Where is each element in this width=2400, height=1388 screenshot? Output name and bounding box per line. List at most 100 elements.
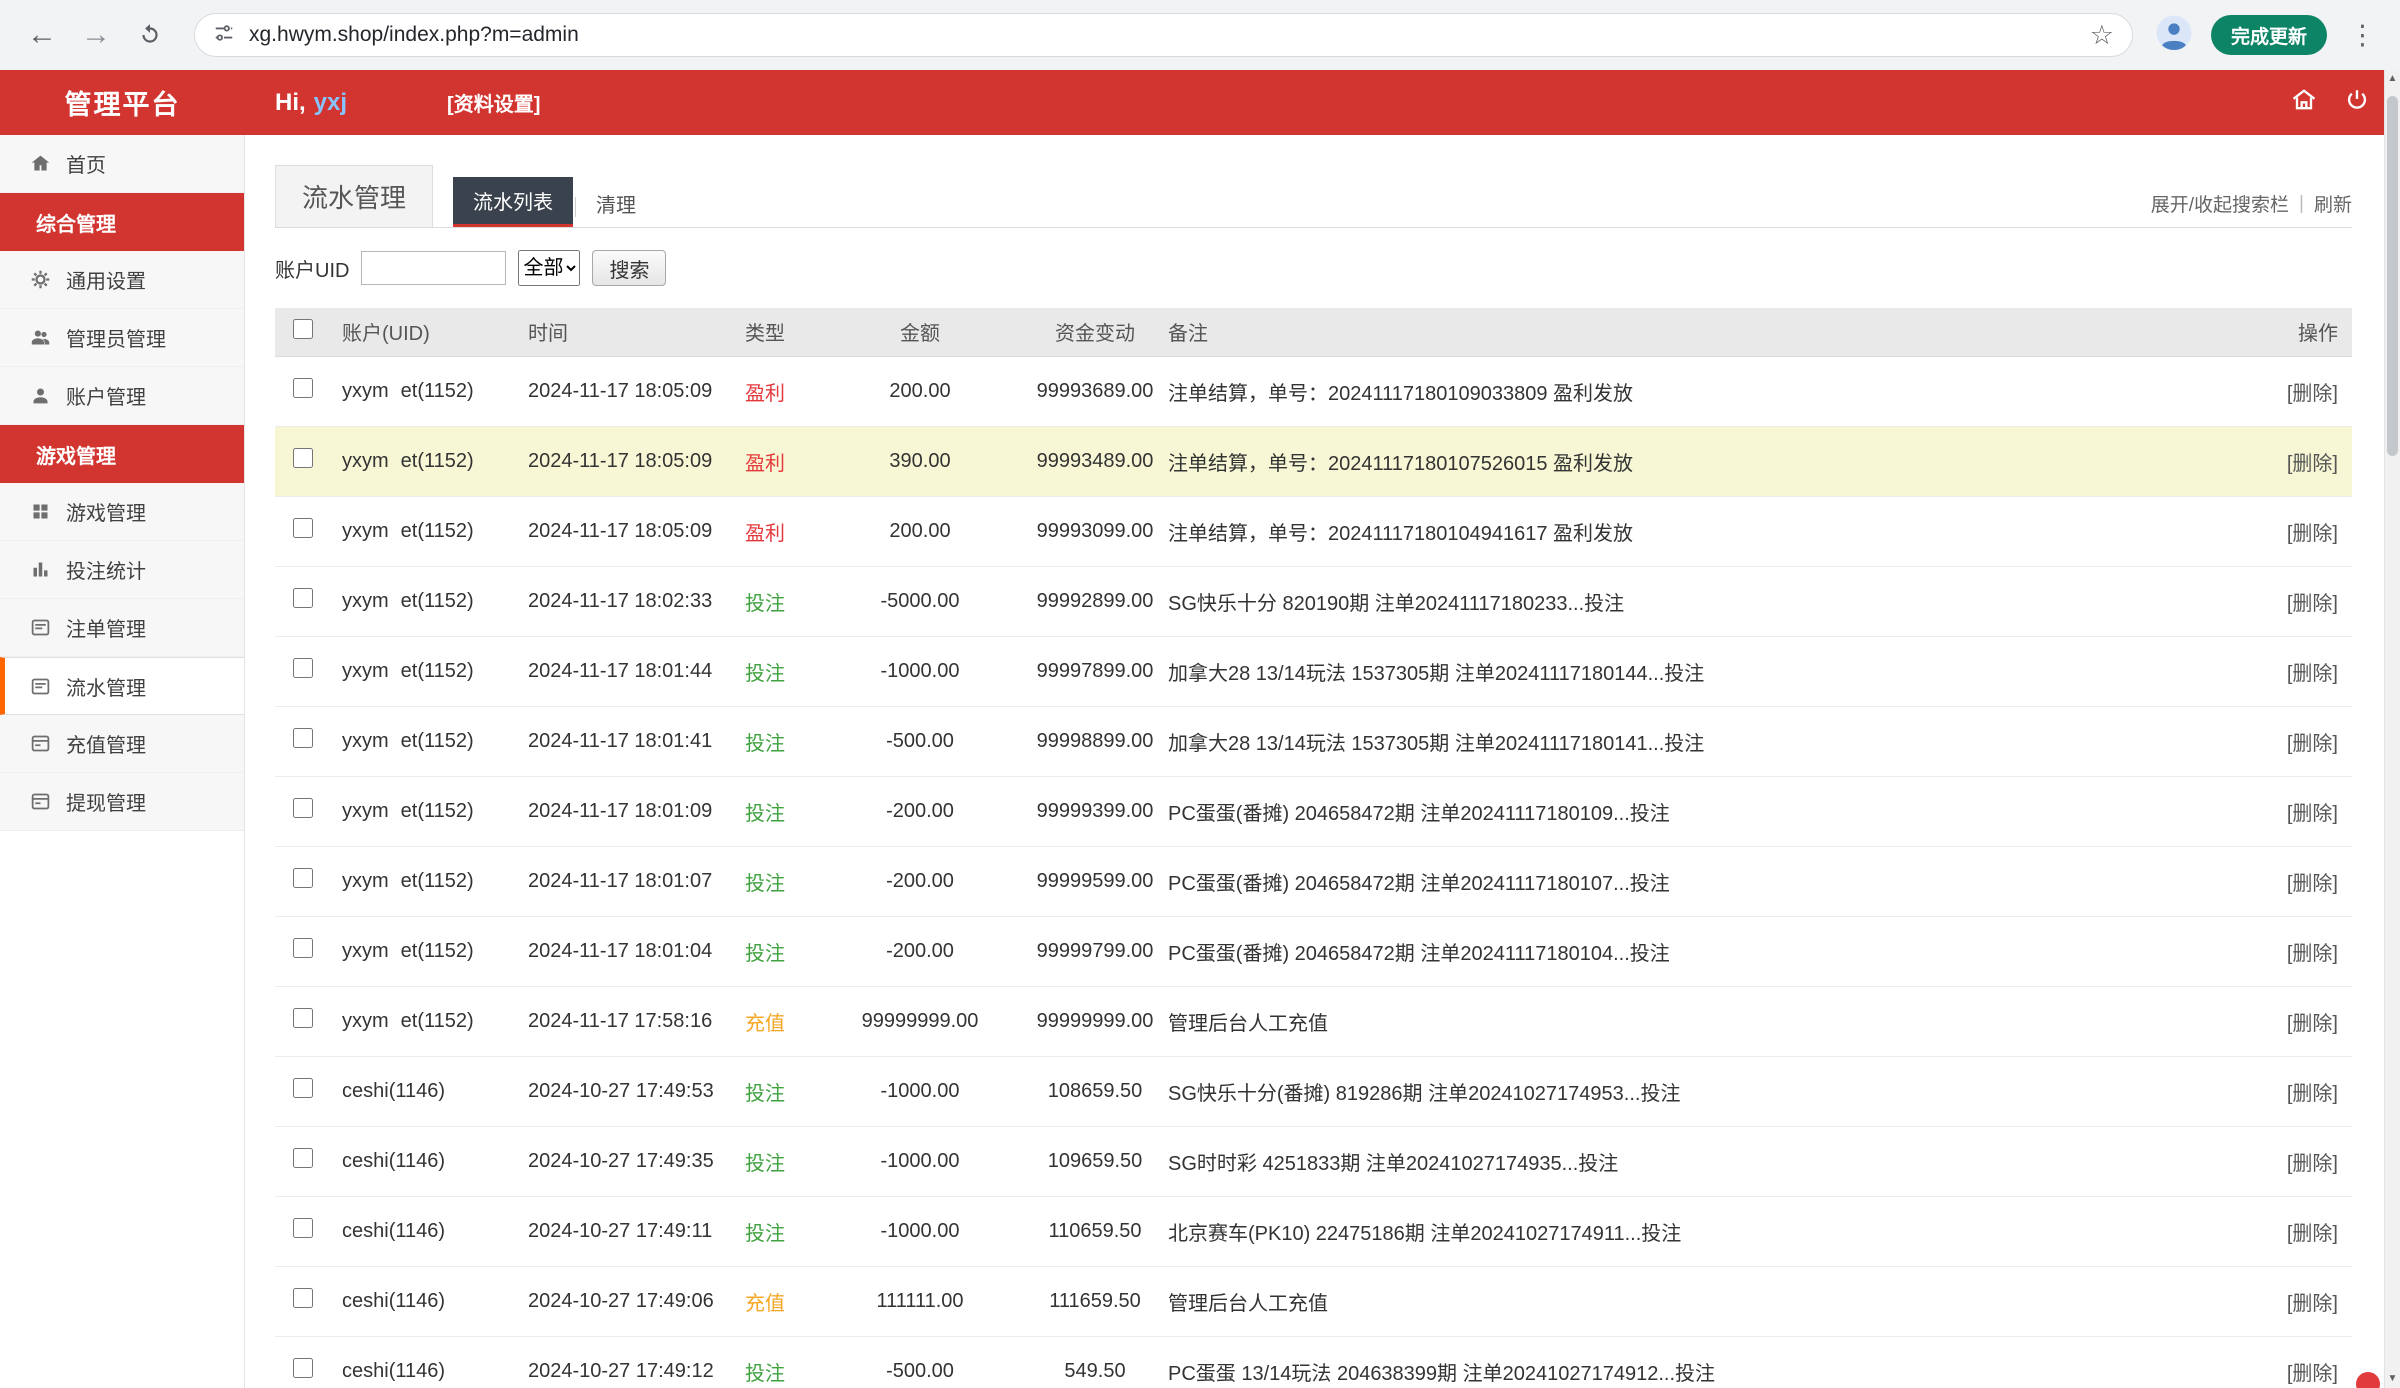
row-checkbox[interactable]: [292, 448, 313, 468]
delete-link[interactable]: [删除]: [2287, 383, 2338, 405]
sidebar-item-admin-management[interactable]: 管理员管理: [0, 309, 244, 367]
row-checkbox[interactable]: [292, 658, 313, 678]
account-type-filter[interactable]: 全部: [518, 250, 581, 286]
delete-link[interactable]: [删除]: [2287, 1363, 2338, 1385]
row-checkbox[interactable]: [292, 1288, 313, 1308]
brand-title: 管理平台: [64, 90, 181, 120]
type-label: 投注: [745, 1222, 785, 1245]
uid-input[interactable]: [361, 251, 507, 285]
page-scrollbar[interactable]: ▲ ▼: [2384, 70, 2400, 1388]
note-cell: 注单结算，单号：20241117180107526015 盈利发放: [1160, 426, 2240, 497]
sidebar-item-general-settings[interactable]: 通用设置: [0, 251, 244, 309]
col-note: 备注: [1160, 308, 2240, 357]
delete-link[interactable]: [删除]: [2287, 803, 2338, 825]
users-icon: [30, 327, 52, 349]
delete-link[interactable]: [删除]: [2287, 523, 2338, 545]
refresh-icon[interactable]: [128, 13, 172, 57]
delete-link[interactable]: [删除]: [2287, 943, 2338, 965]
sidebar-item-bet-stats[interactable]: 投注统计: [0, 541, 244, 599]
row-checkbox[interactable]: [292, 588, 313, 608]
account-cell: yxym et(1152): [330, 986, 520, 1057]
profile-avatar[interactable]: [2155, 14, 2193, 57]
delete-link[interactable]: [删除]: [2287, 1013, 2338, 1035]
toggle-search-link[interactable]: 展开/收起搜索栏: [2151, 190, 2289, 217]
row-checkbox[interactable]: [292, 1148, 313, 1168]
page-title-tab[interactable]: 流水管理: [275, 165, 434, 227]
balance-cell: 108659.50: [1030, 1056, 1160, 1127]
row-checkbox[interactable]: [292, 1218, 313, 1238]
address-bar[interactable]: xg.hwym.shop/index.php?m=admin ☆: [194, 13, 2133, 57]
sidebar-item-order-management[interactable]: 注单管理: [0, 599, 244, 657]
delete-link[interactable]: [删除]: [2287, 1083, 2338, 1105]
refresh-link[interactable]: 刷新: [2314, 190, 2352, 217]
delete-link[interactable]: [删除]: [2287, 873, 2338, 895]
scrollbar-down-icon[interactable]: ▼: [2385, 1370, 2400, 1388]
row-checkbox[interactable]: [292, 1008, 313, 1028]
delete-link[interactable]: [删除]: [2287, 1153, 2338, 1175]
row-checkbox[interactable]: [292, 518, 313, 538]
delete-link[interactable]: [删除]: [2287, 453, 2338, 475]
logout-power-icon[interactable]: [2344, 87, 2370, 118]
chrome-update-button[interactable]: 完成更新: [2210, 15, 2327, 55]
sidebar: 首页 综合管理 通用设置 管理员管理 账户管理 游戏管理 游戏管理 投注统计 注…: [0, 135, 245, 1388]
time-cell: 2024-11-17 18:05:09: [520, 496, 720, 567]
amount-cell: -500.00: [810, 1336, 1030, 1388]
table-row: ceshi(1146) 2024-10-27 17:49:06 充值 111111.0…: [275, 1266, 2352, 1337]
back-icon[interactable]: ←: [20, 13, 64, 57]
row-checkbox[interactable]: [292, 1078, 313, 1098]
tab-clean[interactable]: 清理: [578, 180, 654, 227]
account-cell: yxym et(1152): [330, 356, 520, 427]
forward-icon[interactable]: →: [74, 13, 118, 57]
row-checkbox[interactable]: [292, 728, 313, 748]
home-icon[interactable]: [2290, 86, 2318, 119]
row-checkbox[interactable]: [292, 798, 313, 818]
amount-cell: 200.00: [810, 496, 1030, 567]
note-cell: 加拿大28 13/14玩法 1537305期 注单20241117180144.…: [1160, 636, 2240, 707]
bookmark-star-icon[interactable]: ☆: [2090, 21, 2114, 49]
tabs-row: 流水管理 流水列表 清理 展开/收起搜索栏 | 刷新: [275, 165, 2352, 228]
time-cell: 2024-11-17 18:05:09: [520, 356, 720, 427]
sidebar-item-home[interactable]: 首页: [0, 135, 244, 193]
balance-cell: 99993689.00: [1030, 356, 1160, 427]
account-suffix: et(1152): [400, 869, 474, 892]
sidebar-item-recharge-management[interactable]: 充值管理: [0, 715, 244, 773]
note-cell: 北京赛车(PK10) 22475186期 注单20241027174911...…: [1160, 1196, 2240, 1267]
select-all-checkbox[interactable]: [292, 318, 313, 339]
note-cell: SG时时彩 4251833期 注单20241027174935...投注: [1160, 1126, 2240, 1197]
account-cell: ceshi(1146): [330, 1126, 520, 1197]
sidebar-section-games[interactable]: 游戏管理: [0, 425, 244, 483]
app-header: 管理平台 Hi, yxj [资料设置]: [0, 70, 2400, 135]
row-checkbox[interactable]: [292, 938, 313, 958]
search-button[interactable]: 搜索: [592, 250, 667, 286]
sidebar-item-flow-management[interactable]: 流水管理: [0, 657, 244, 715]
delete-link[interactable]: [删除]: [2287, 733, 2338, 755]
type-label: 投注: [745, 1152, 785, 1175]
site-settings-icon[interactable]: [213, 22, 235, 49]
delete-link[interactable]: [删除]: [2287, 593, 2338, 615]
scrollbar-up-icon[interactable]: ▲: [2385, 70, 2400, 88]
row-checkbox[interactable]: [292, 868, 313, 888]
row-checkbox[interactable]: [292, 378, 313, 398]
sidebar-item-game-management[interactable]: 游戏管理: [0, 483, 244, 541]
delete-link[interactable]: [删除]: [2287, 1293, 2338, 1315]
chrome-menu-icon[interactable]: ⋮: [2345, 20, 2380, 51]
delete-link[interactable]: [删除]: [2287, 663, 2338, 685]
sidebar-item-withdraw-management[interactable]: 提现管理: [0, 773, 244, 831]
scrollbar-thumb[interactable]: [2387, 96, 2398, 456]
note-cell: 管理后台人工充值: [1160, 986, 2240, 1057]
recharge-card-icon: [30, 733, 52, 755]
sidebar-item-account-management[interactable]: 账户管理: [0, 367, 244, 425]
table-row: ceshi(1146) 2024-10-27 17:49:12 投注 -500.00 5…: [275, 1336, 2352, 1388]
note-cell: 注单结算，单号：20241117180109033809 盈利发放: [1160, 356, 2240, 427]
sidebar-section-general[interactable]: 综合管理: [0, 193, 244, 251]
profile-settings-link[interactable]: [资料设置]: [447, 88, 540, 117]
tab-flow-list[interactable]: 流水列表: [453, 177, 574, 227]
row-checkbox[interactable]: [292, 1358, 313, 1378]
delete-link[interactable]: [删除]: [2287, 1223, 2338, 1245]
account-cell: yxym et(1152): [330, 706, 520, 777]
uid-label: 账户UID: [275, 259, 350, 282]
time-cell: 2024-11-17 18:02:33: [520, 566, 720, 637]
browser-chrome: ← → xg.hwym.shop/index.php?m=admin ☆ 完成更…: [0, 0, 2400, 70]
account-suffix: et(1152): [400, 1009, 474, 1032]
balance-cell: 99997899.00: [1030, 636, 1160, 707]
